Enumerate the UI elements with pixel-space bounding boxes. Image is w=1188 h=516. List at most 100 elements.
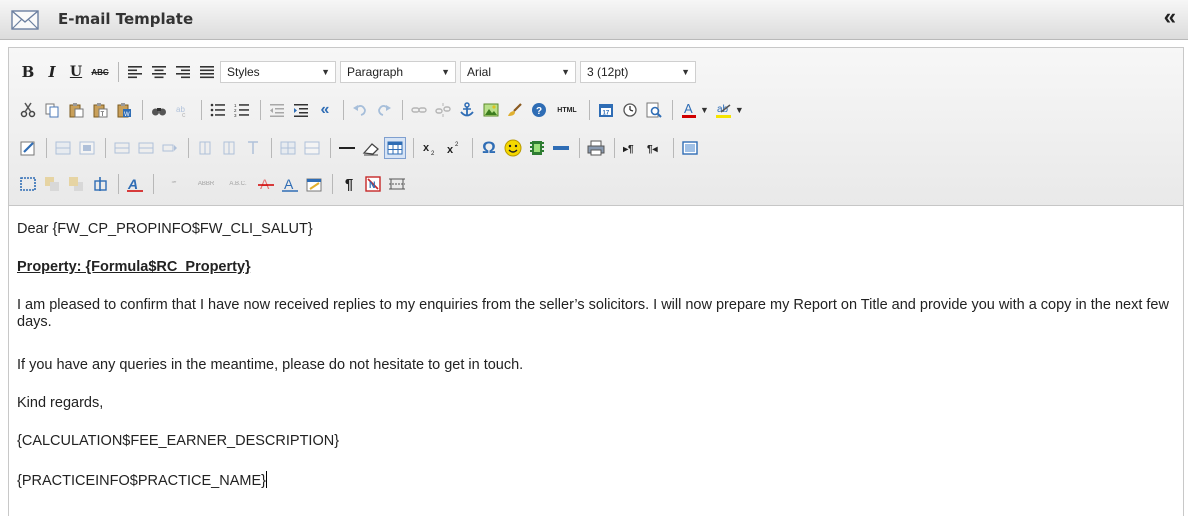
deletion-icon[interactable]: A: [255, 173, 277, 195]
subscript-icon[interactable]: x2: [419, 137, 441, 159]
undo-icon[interactable]: [349, 99, 371, 121]
table-cell-props-icon[interactable]: [76, 137, 98, 159]
align-right-icon[interactable]: [172, 61, 194, 83]
font-size-dropdown-value: 3 (12pt): [587, 65, 629, 79]
replace-icon[interactable]: ab c: [172, 99, 194, 121]
font-size-dropdown[interactable]: 3 (12pt) ▼: [580, 61, 696, 83]
unlink-icon[interactable]: [432, 99, 454, 121]
italic-button[interactable]: I: [41, 61, 63, 83]
outdent-icon[interactable]: [266, 99, 288, 121]
copy-icon[interactable]: [41, 99, 63, 121]
help-icon[interactable]: ?: [528, 99, 550, 121]
toolbar-separator: [589, 100, 590, 120]
anchor-icon[interactable]: [456, 99, 478, 121]
redo-icon[interactable]: [373, 99, 395, 121]
fee-earner-line[interactable]: {CALCULATION$FEE_EARNER_DESCRIPTION}: [17, 433, 339, 450]
insert-row-after-icon[interactable]: [135, 137, 157, 159]
salutation-line[interactable]: Dear {FW_CP_PROPINFO$FW_CLI_SALUT}: [17, 221, 313, 238]
delete-row-icon[interactable]: [159, 137, 181, 159]
image-icon[interactable]: [480, 99, 502, 121]
superscript-icon[interactable]: x2: [443, 137, 465, 159]
chevron-down-icon: ▼: [681, 67, 690, 77]
acronym-icon[interactable]: A.B.C.: [223, 173, 253, 195]
ltr-direction-icon[interactable]: ▸¶: [620, 137, 642, 159]
insert-column-after-icon[interactable]: [218, 137, 240, 159]
chevron-down-icon[interactable]: ▼: [735, 105, 744, 115]
svg-text:2: 2: [455, 142, 459, 148]
media-icon[interactable]: [526, 137, 548, 159]
link-icon[interactable]: [408, 99, 430, 121]
find-icon[interactable]: [148, 99, 170, 121]
double-chevron-left-icon[interactable]: «: [1164, 6, 1176, 28]
absolute-position-icon[interactable]: [89, 173, 111, 195]
table-icon[interactable]: [384, 137, 406, 159]
toolbar-separator: [579, 138, 580, 158]
toolbar-separator: [260, 100, 261, 120]
insert-row-before-icon[interactable]: [111, 137, 133, 159]
eraser-icon[interactable]: [360, 137, 382, 159]
editor-content-area[interactable]: Dear {FW_CP_PROPINFO$FW_CLI_SALUT} Prope…: [9, 207, 1183, 516]
chevron-down-icon[interactable]: ▼: [700, 105, 709, 115]
body-paragraph-2[interactable]: If you have any queries in the meantime,…: [17, 357, 523, 374]
strikethrough-button[interactable]: ABC: [89, 61, 111, 83]
toolbar-row-1: B I U ABC Styles ▼ Paragraph ▼ Arial ▼ 3…: [17, 58, 700, 86]
visual-aid-icon[interactable]: [386, 173, 408, 195]
toolbar-separator: [402, 100, 403, 120]
preview-icon[interactable]: [643, 99, 665, 121]
property-line[interactable]: Property: {Formula$RC_Property}: [17, 259, 251, 276]
style-props-icon[interactable]: A: [124, 173, 146, 195]
abbreviation-icon[interactable]: ABBR: [191, 173, 221, 195]
insertion-icon[interactable]: A: [279, 173, 301, 195]
practice-name-text: {PRACTICEINFO$PRACTICE_NAME}: [17, 473, 266, 489]
rtl-direction-icon[interactable]: ¶◂: [644, 137, 666, 159]
special-character-button[interactable]: Ω: [478, 137, 500, 159]
styles-dropdown[interactable]: Styles ▼: [220, 61, 336, 83]
merge-cells-icon[interactable]: [301, 137, 323, 159]
show-invisible-chars-button[interactable]: ¶: [338, 173, 360, 195]
align-center-icon[interactable]: [148, 61, 170, 83]
attributes-icon[interactable]: [303, 173, 325, 195]
insert-layer-icon[interactable]: [17, 173, 39, 195]
toolbar-separator: [188, 138, 189, 158]
toolbar-separator: [118, 174, 119, 194]
blockquote-icon[interactable]: «: [314, 99, 336, 121]
emoticon-icon[interactable]: [502, 137, 524, 159]
edit-document-icon[interactable]: [17, 137, 39, 159]
fullscreen-icon[interactable]: [679, 137, 701, 159]
page-break-icon[interactable]: [550, 137, 572, 159]
text-color-icon[interactable]: A: [678, 99, 700, 121]
svg-text:A: A: [284, 176, 294, 192]
cleanup-brush-icon[interactable]: [504, 99, 526, 121]
print-icon[interactable]: [585, 137, 607, 159]
closing-line[interactable]: Kind regards,: [17, 395, 103, 412]
numbered-list-icon[interactable]: 123: [231, 99, 253, 121]
move-forward-icon[interactable]: [41, 173, 63, 195]
practice-name-line[interactable]: {PRACTICEINFO$PRACTICE_NAME}: [17, 471, 267, 490]
underline-button[interactable]: U: [65, 61, 87, 83]
paste-text-icon[interactable]: T: [89, 99, 111, 121]
horizontal-rule-icon[interactable]: [336, 137, 358, 159]
bulleted-list-icon[interactable]: [207, 99, 229, 121]
bold-button[interactable]: B: [17, 61, 39, 83]
format-dropdown[interactable]: Paragraph ▼: [340, 61, 456, 83]
font-dropdown[interactable]: Arial ▼: [460, 61, 576, 83]
split-cells-icon[interactable]: [277, 137, 299, 159]
align-left-icon[interactable]: [124, 61, 146, 83]
cite-icon[interactable]: “”: [159, 173, 189, 195]
body-paragraph-1[interactable]: I am pleased to confirm that I have now …: [17, 297, 1177, 331]
html-source-button[interactable]: HTML: [552, 99, 582, 121]
insert-date-icon[interactable]: 17: [595, 99, 617, 121]
cut-icon[interactable]: [17, 99, 39, 121]
indent-icon[interactable]: [290, 99, 312, 121]
table-row-props-icon[interactable]: [52, 137, 74, 159]
move-backward-icon[interactable]: [65, 173, 87, 195]
paste-icon[interactable]: [65, 99, 87, 121]
toolbar-row-3: x2 x2 Ω ▸¶ ¶◂: [17, 134, 703, 162]
non-breaking-icon[interactable]: N: [362, 173, 384, 195]
highlight-color-icon[interactable]: ab: [713, 99, 735, 121]
paste-word-icon[interactable]: W: [113, 99, 135, 121]
align-justify-icon[interactable]: [196, 61, 218, 83]
insert-time-icon[interactable]: [619, 99, 641, 121]
delete-column-icon[interactable]: [242, 137, 264, 159]
insert-column-before-icon[interactable]: [194, 137, 216, 159]
